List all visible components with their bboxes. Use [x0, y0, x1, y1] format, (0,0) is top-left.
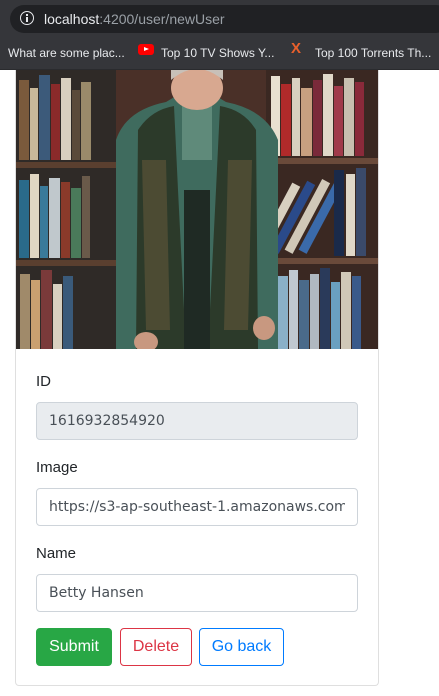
url-text[interactable]: localhost:4200/user/newUser [44, 10, 225, 28]
bookmark-1[interactable]: What are some plac... [8, 44, 125, 62]
name-field[interactable] [36, 574, 358, 612]
submit-button[interactable]: Submit [36, 628, 112, 666]
image-label: Image [36, 459, 78, 476]
id-label: ID [36, 373, 51, 390]
image-url-field[interactable] [36, 488, 358, 526]
bookmarks-bar: What are some plac... Top 10 TV Shows Y.… [0, 36, 439, 70]
url-host: localhost [44, 11, 100, 27]
bookmark-3[interactable]: Top 100 Torrents Th... [315, 44, 431, 62]
page: ID Image Name Submit Delete Go back [0, 70, 439, 696]
site-info-icon[interactable] [20, 11, 34, 25]
user-photo [16, 70, 378, 349]
go-back-button[interactable]: Go back [199, 628, 284, 666]
user-card: ID Image Name Submit Delete Go back [15, 70, 379, 686]
browser-address-bar: localhost:4200/user/newUser [0, 0, 439, 36]
id-field[interactable] [36, 402, 358, 440]
bookmark-2[interactable]: Top 10 TV Shows Y... [161, 44, 274, 62]
delete-button[interactable]: Delete [120, 628, 192, 666]
url-path: :4200/user/newUser [99, 11, 225, 27]
youtube-icon [138, 44, 154, 55]
x-icon: X [291, 40, 302, 57]
name-label: Name [36, 545, 77, 562]
